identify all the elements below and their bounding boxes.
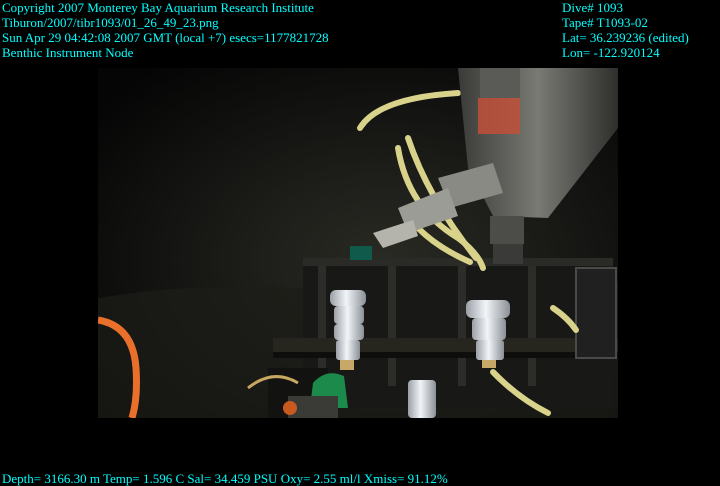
tape-number: Tape# T1093-02 <box>562 15 648 30</box>
header-metadata-left: Copyright 2007 Monterey Bay Aquarium Res… <box>2 0 329 60</box>
telemetry-readout: Depth= 3166.30 m Temp= 1.596 C Sal= 34.4… <box>2 471 448 486</box>
timestamp-line: Sun Apr 29 04:42:08 2007 GMT (local +7) … <box>2 30 329 45</box>
latitude: Lat= 36.239236 (edited) <box>562 30 689 45</box>
underwater-camera-frame <box>98 68 618 418</box>
site-name-line: Benthic Instrument Node <box>2 45 134 60</box>
image-path-line: Tiburon/2007/tibr1093/01_26_49_23.png <box>2 15 219 30</box>
header-metadata-right: Dive# 1093 Tape# T1093-02 Lat= 36.239236… <box>562 0 689 60</box>
copyright-line: Copyright 2007 Monterey Bay Aquarium Res… <box>2 0 314 15</box>
telemetry-footer: Depth= 3166.30 m Temp= 1.596 C Sal= 34.4… <box>2 471 448 486</box>
dive-number: Dive# 1093 <box>562 0 624 15</box>
benthic-scene-illustration <box>98 68 618 418</box>
white-cylinder-bottom <box>408 380 436 418</box>
green-marker-block <box>350 246 372 260</box>
orange-plug-cap <box>283 401 297 415</box>
longitude: Lon= -122.920124 <box>562 45 660 60</box>
